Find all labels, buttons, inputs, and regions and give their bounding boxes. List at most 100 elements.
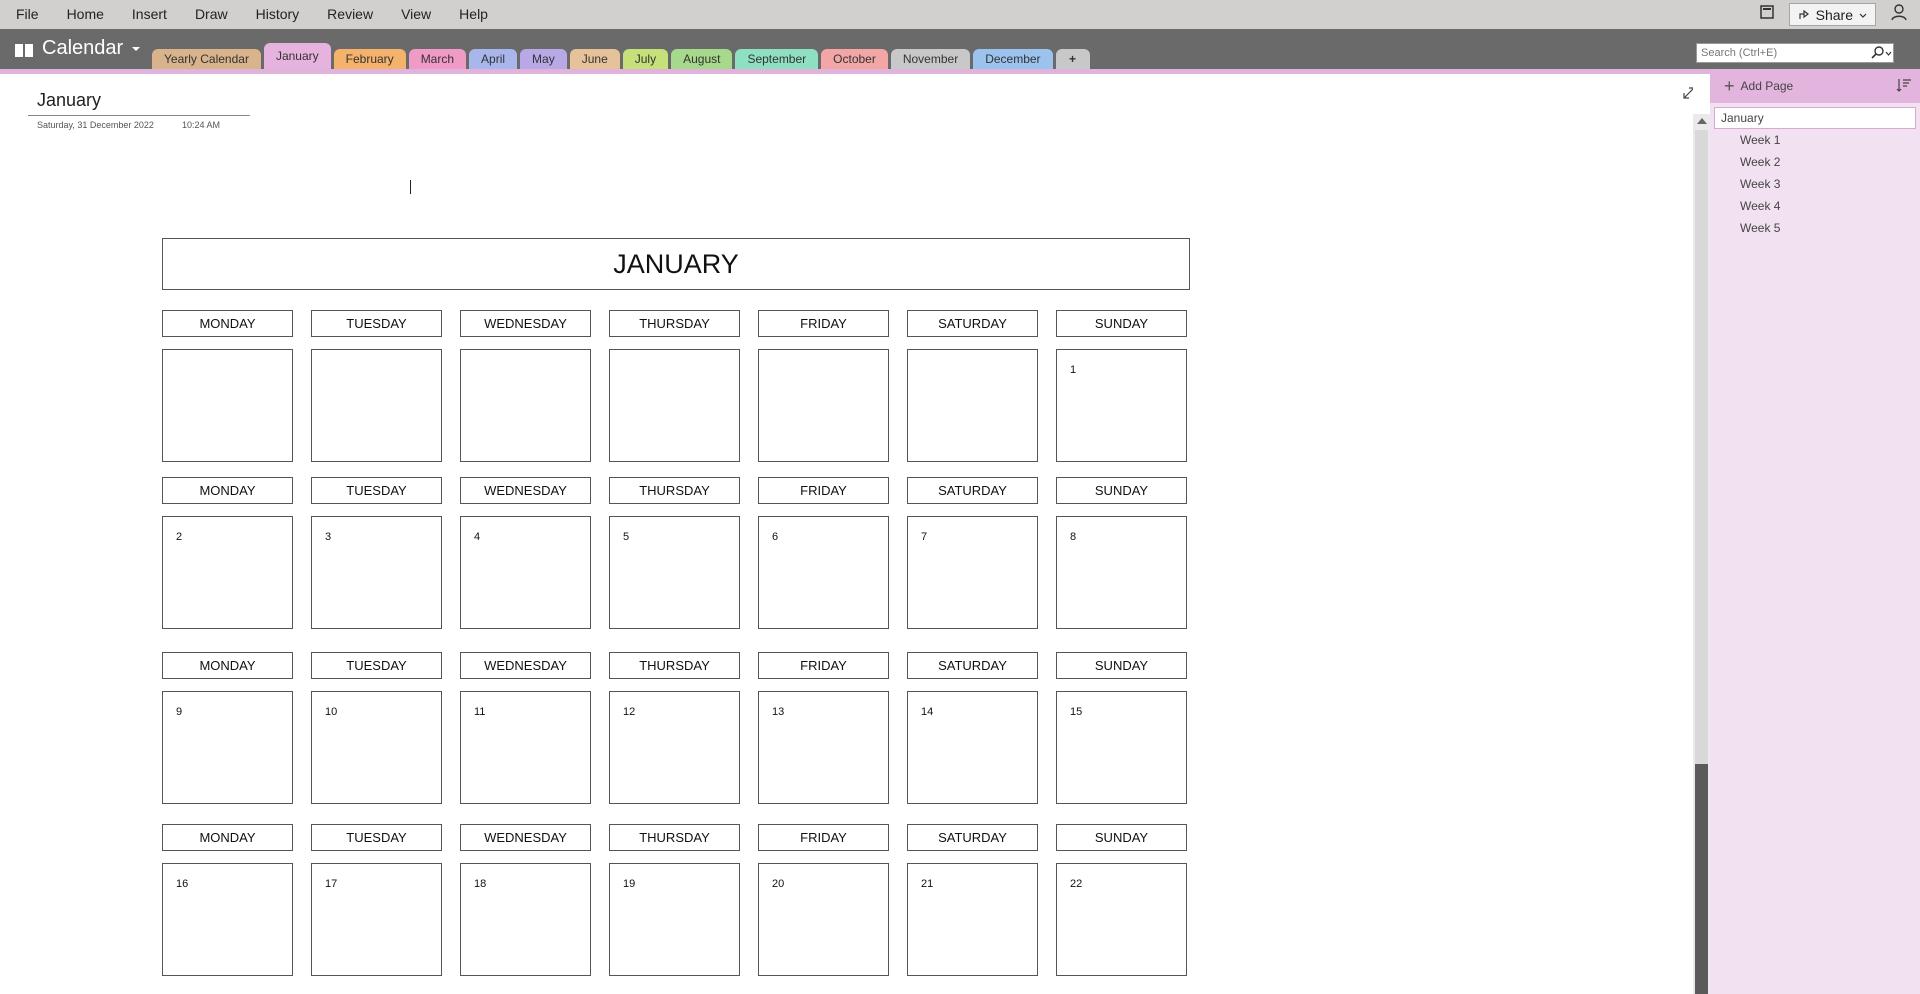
weekday-header-friday: FRIDAY xyxy=(758,652,889,679)
page-date: Saturday, 31 December 2022 xyxy=(37,120,154,130)
day-number: 16 xyxy=(176,878,189,890)
menu-review[interactable]: Review xyxy=(313,0,387,29)
search-input[interactable]: Search (Ctrl+E) xyxy=(1696,43,1894,63)
day-number: 2 xyxy=(176,531,183,543)
weekday-header-saturday: SATURDAY xyxy=(907,652,1038,679)
notebook-selector[interactable]: Calendar xyxy=(14,37,141,60)
expand-icon[interactable] xyxy=(1682,86,1693,100)
day-number: 19 xyxy=(623,878,636,890)
page-item-week-2[interactable]: Week 2 xyxy=(1710,151,1920,173)
day-cell[interactable]: 19 xyxy=(609,863,740,976)
day-cell[interactable]: 11 xyxy=(460,691,591,804)
page-item-week-5[interactable]: Week 5 xyxy=(1710,217,1920,239)
day-number: 8 xyxy=(1070,531,1077,543)
day-number: 4 xyxy=(474,531,481,543)
tab-october[interactable]: October xyxy=(821,49,888,69)
page-title[interactable]: January xyxy=(37,90,101,111)
tab-may[interactable]: May xyxy=(520,49,567,69)
day-cell[interactable]: 10 xyxy=(311,691,442,804)
page-item-week-1[interactable]: Week 1 xyxy=(1710,129,1920,151)
add-page-button[interactable]: + Add Page xyxy=(1710,69,1920,103)
tab-yearly-calendar[interactable]: Yearly Calendar xyxy=(152,49,261,69)
share-label: Share xyxy=(1815,6,1853,23)
menu-bar: File Home Insert Draw History Review Vie… xyxy=(0,0,1920,29)
menu-help[interactable]: Help xyxy=(445,0,502,29)
day-cell[interactable]: 14 xyxy=(907,691,1038,804)
tab-december[interactable]: December xyxy=(973,49,1053,69)
day-cell[interactable] xyxy=(311,349,442,462)
page-canvas[interactable]: January Saturday, 31 December 2022 10:24… xyxy=(0,74,1693,994)
menu-home[interactable]: Home xyxy=(53,0,118,29)
search-placeholder: Search (Ctrl+E) xyxy=(1701,47,1778,59)
menu-file[interactable]: File xyxy=(0,0,53,29)
page-item-january[interactable]: January xyxy=(1714,107,1916,129)
menu-view[interactable]: View xyxy=(387,0,445,29)
scroll-up-icon[interactable] xyxy=(1697,118,1707,124)
day-number: 7 xyxy=(921,531,928,543)
weekday-header-wednesday: WEDNESDAY xyxy=(460,310,591,337)
weekday-header-saturday: SATURDAY xyxy=(907,477,1038,504)
add-section-button[interactable]: + xyxy=(1055,49,1090,69)
day-cell[interactable]: 12 xyxy=(609,691,740,804)
day-cell[interactable]: 21 xyxy=(907,863,1038,976)
day-number: 3 xyxy=(325,531,332,543)
day-cell[interactable] xyxy=(162,349,293,462)
page-item-week-4[interactable]: Week 4 xyxy=(1710,195,1920,217)
menu-draw[interactable]: Draw xyxy=(181,0,242,29)
weekday-header-monday: MONDAY xyxy=(162,310,293,337)
feedback-icon[interactable] xyxy=(1890,3,1908,26)
day-cell[interactable] xyxy=(758,349,889,462)
weekday-header-saturday: SATURDAY xyxy=(907,310,1038,337)
day-cell[interactable]: 2 xyxy=(162,516,293,629)
day-cell[interactable]: 4 xyxy=(460,516,591,629)
menu-history[interactable]: History xyxy=(242,0,314,29)
day-cell[interactable]: 15 xyxy=(1056,691,1187,804)
weekday-header-wednesday: WEDNESDAY xyxy=(460,824,591,851)
day-cell[interactable]: 3 xyxy=(311,516,442,629)
tab-april[interactable]: April xyxy=(469,49,518,69)
menu-insert[interactable]: Insert xyxy=(118,0,181,29)
day-cell[interactable] xyxy=(460,349,591,462)
day-cell[interactable]: 7 xyxy=(907,516,1038,629)
day-cell[interactable]: 17 xyxy=(311,863,442,976)
day-cell[interactable] xyxy=(609,349,740,462)
sticky-note-icon[interactable] xyxy=(1759,4,1775,25)
day-cell[interactable]: 8 xyxy=(1056,516,1187,629)
weekday-header-friday: FRIDAY xyxy=(758,310,889,337)
day-number: 6 xyxy=(772,531,779,543)
tab-september[interactable]: September xyxy=(735,49,819,69)
day-cell[interactable]: 1 xyxy=(1056,349,1187,462)
tab-march[interactable]: March xyxy=(408,49,467,69)
day-number: 9 xyxy=(176,706,183,718)
sort-icon[interactable] xyxy=(1896,77,1912,93)
day-cell[interactable]: 18 xyxy=(460,863,591,976)
tab-february[interactable]: February xyxy=(333,49,406,69)
day-cell[interactable]: 5 xyxy=(609,516,740,629)
scroll-thumb[interactable] xyxy=(1695,764,1708,994)
tab-november[interactable]: November xyxy=(890,49,971,69)
share-button[interactable]: Share xyxy=(1788,3,1876,26)
pages-pane: + Add Page January Week 1 Week 2 Week 3 Week… xyxy=(1710,69,1920,994)
day-cell[interactable]: 9 xyxy=(162,691,293,804)
vertical-scrollbar[interactable] xyxy=(1693,114,1710,994)
month-header: JANUARY xyxy=(162,238,1190,290)
weekday-header-thursday: THURSDAY xyxy=(609,310,740,337)
scroll-track[interactable] xyxy=(1695,130,1708,764)
tab-june[interactable]: June xyxy=(569,49,620,69)
tab-july[interactable]: July xyxy=(622,49,669,69)
day-cell[interactable] xyxy=(907,349,1038,462)
day-number: 13 xyxy=(772,706,785,718)
text-cursor xyxy=(410,180,411,194)
tab-august[interactable]: August xyxy=(671,49,733,69)
tab-january[interactable]: January xyxy=(263,43,331,69)
day-cell[interactable]: 13 xyxy=(758,691,889,804)
day-number: 18 xyxy=(474,878,487,890)
chevron-down-icon xyxy=(1859,13,1867,18)
day-cell[interactable]: 16 xyxy=(162,863,293,976)
weekday-header-sunday: SUNDAY xyxy=(1056,652,1187,679)
day-cell[interactable]: 22 xyxy=(1056,863,1187,976)
day-cell[interactable]: 6 xyxy=(758,516,889,629)
day-cell[interactable]: 20 xyxy=(758,863,889,976)
page-item-week-3[interactable]: Week 3 xyxy=(1710,173,1920,195)
title-underline xyxy=(28,115,250,116)
